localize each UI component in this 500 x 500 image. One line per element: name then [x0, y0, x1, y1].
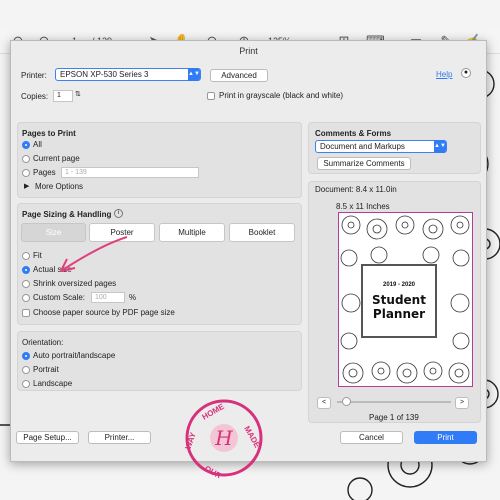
chevron-updown-icon: ▲▼: [188, 68, 200, 81]
grayscale-checkbox[interactable]: [207, 92, 215, 100]
pink-arrow-annotation: [60, 236, 128, 272]
chevron-updown-icon: ▲▼: [434, 140, 446, 153]
cancel-button[interactable]: Cancel: [340, 431, 403, 444]
copies-input[interactable]: 1: [53, 90, 73, 102]
printer-value: EPSON XP-530 Series 3: [60, 70, 149, 79]
paper-source-label: Choose paper source by PDF page size: [33, 308, 175, 317]
dialog-title: Print: [239, 46, 258, 56]
orientation-portrait-radio[interactable]: [22, 366, 30, 374]
svg-text:OUR: OUR: [203, 464, 223, 478]
planner-title-line2: Planner: [372, 307, 426, 321]
planner-year: 2019 - 2020: [382, 282, 416, 288]
info-icon[interactable]: i: [114, 209, 123, 218]
print-button[interactable]: Print: [414, 431, 477, 444]
shrink-radio[interactable]: [22, 280, 30, 288]
sizing-title: Page Sizing & Handling: [22, 210, 112, 219]
custom-scale-radio[interactable]: [22, 294, 30, 302]
actual-size-radio[interactable]: [22, 266, 30, 274]
page-setup-button[interactable]: Page Setup...: [16, 431, 79, 444]
printer-label: Printer:: [21, 71, 47, 80]
disclosure-triangle-icon[interactable]: ▶: [24, 182, 29, 190]
orientation-auto-label: Auto portrait/landscape: [33, 351, 116, 360]
svg-text:HOME: HOME: [201, 402, 227, 422]
preview-prev-button[interactable]: <: [317, 397, 331, 409]
home-made-our-way-logo: H HOME MADE WAY OUR: [184, 399, 263, 478]
fit-radio[interactable]: [22, 252, 30, 260]
paper-source-checkbox[interactable]: [22, 309, 30, 317]
more-options-link[interactable]: More Options: [35, 182, 83, 191]
orientation-landscape-radio[interactable]: [22, 380, 30, 388]
page-counter: Page 1 of 139: [369, 413, 419, 422]
orientation-title: Orientation:: [22, 338, 64, 347]
preview-slider[interactable]: [337, 401, 451, 403]
comments-select[interactable]: Document and Markups ▲▼: [315, 140, 447, 153]
comments-value: Document and Markups: [320, 142, 405, 151]
percent-label: %: [129, 293, 137, 302]
tab-booklet[interactable]: Booklet: [229, 223, 295, 242]
pages-range-input[interactable]: 1 - 139: [61, 167, 199, 178]
orientation-landscape-label: Landscape: [33, 379, 73, 388]
pages-range-radio[interactable]: [22, 169, 30, 177]
pages-current-label: Current page: [33, 154, 80, 163]
orientation-auto-radio[interactable]: [22, 352, 30, 360]
planner-title-line1: Student: [372, 293, 426, 307]
copies-label: Copies:: [21, 92, 49, 101]
printer-select[interactable]: EPSON XP-530 Series 3 ▲▼: [55, 68, 201, 81]
custom-scale-label: Custom Scale:: [33, 293, 86, 302]
copies-stepper-icon[interactable]: ⇅: [75, 90, 81, 98]
preview-next-button[interactable]: >: [455, 397, 469, 409]
print-status-icon[interactable]: ●: [461, 68, 471, 78]
pages-title: Pages to Print: [22, 129, 76, 138]
document-size-label: Document: 8.4 x 11.0in: [315, 185, 397, 194]
comments-title: Comments & Forms: [315, 129, 392, 138]
logo-letter: H: [214, 426, 233, 450]
custom-scale-input[interactable]: 100: [91, 292, 125, 303]
tab-multiple[interactable]: Multiple: [159, 223, 225, 242]
printer-button[interactable]: Printer...: [88, 431, 151, 444]
pages-all-label: All: [33, 140, 42, 149]
help-link[interactable]: Help: [436, 70, 452, 79]
pages-current-radio[interactable]: [22, 155, 30, 163]
orientation-portrait-label: Portrait: [33, 365, 59, 374]
summarize-comments-button[interactable]: Summarize Comments: [317, 157, 411, 170]
advanced-button[interactable]: Advanced: [210, 69, 268, 82]
paper-size-label: 8.5 x 11 Inches: [336, 202, 390, 211]
pages-range-label: Pages: [33, 168, 56, 177]
pages-all-radio[interactable]: [22, 141, 30, 149]
grayscale-label: Print in grayscale (black and white): [219, 91, 344, 100]
planner-cover-card: 2019 - 2020 Student Planner: [361, 264, 437, 338]
preview-slider-thumb[interactable]: [342, 397, 351, 406]
